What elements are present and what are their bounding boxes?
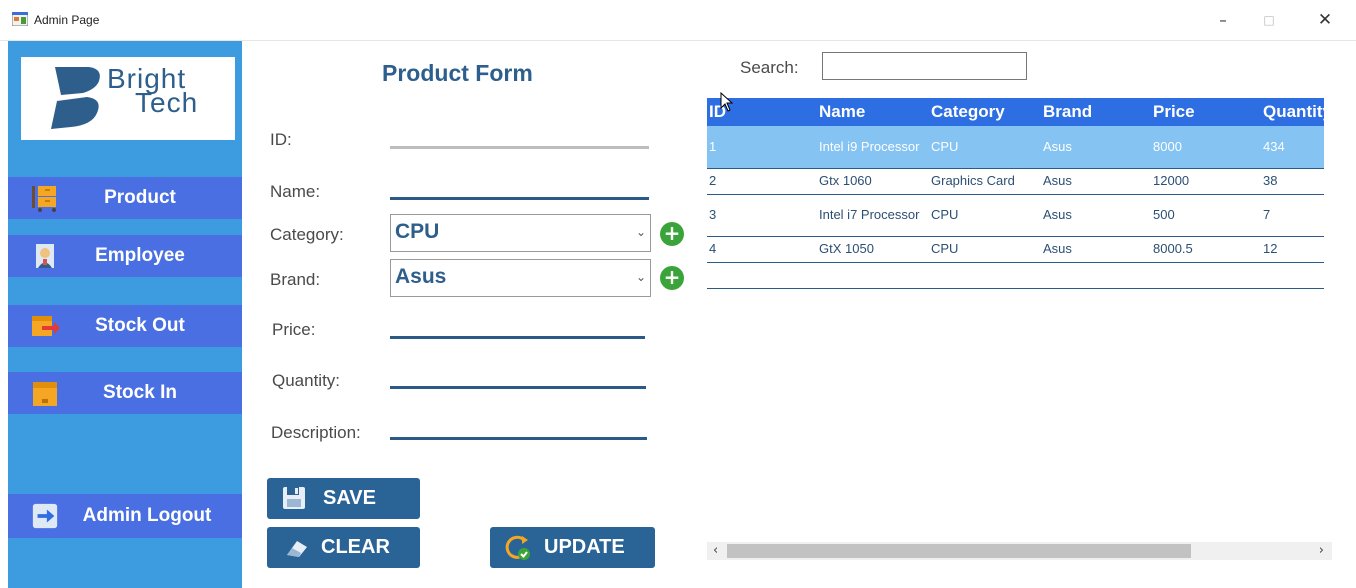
table-row-empty[interactable]: [707, 262, 1324, 289]
cell-id: 1: [707, 126, 817, 169]
description-label: Description:: [271, 423, 361, 442]
brand-select[interactable]: Asus ⌄: [390, 259, 651, 297]
cell-name: Intel i7 Processor: [817, 194, 929, 237]
column-header-quantity[interactable]: Quantity: [1261, 98, 1324, 126]
window-title: Admin Page: [34, 13, 100, 27]
quantity-field[interactable]: [390, 386, 646, 389]
floppy-disk-icon: [283, 487, 305, 509]
cell-price: 12000: [1151, 168, 1261, 195]
cell-category: CPU: [929, 236, 1041, 263]
horizontal-scrollbar[interactable]: ‹ ›: [707, 542, 1332, 560]
cell-category: Graphics Card: [929, 168, 1041, 195]
price-field[interactable]: [390, 336, 645, 339]
cell-name: Intel i9 Processor: [817, 126, 929, 169]
cell-quantity: 12: [1261, 236, 1324, 263]
cell-brand: Asus: [1041, 236, 1151, 263]
price-label: Price:: [272, 320, 316, 339]
chevron-down-icon: ⌄: [635, 270, 646, 284]
sidebar-item-employee[interactable]: Employee: [8, 235, 242, 277]
table-header-row: ID Name Category Brand Price Quantity: [707, 98, 1324, 126]
column-header-price[interactable]: Price: [1151, 98, 1261, 126]
admin-window: Admin Page – □ ✕ Bright Tech Product Emp…: [0, 0, 1356, 588]
cell-quantity: 434: [1261, 126, 1324, 169]
product-table: ID Name Category Brand Price Quantity 1 …: [707, 98, 1324, 289]
cell-category: CPU: [929, 194, 1041, 237]
app-window-icon: [12, 12, 28, 26]
table-row[interactable]: 2 Gtx 1060 Graphics Card Asus 12000 38: [707, 168, 1324, 195]
id-label: ID:: [270, 130, 292, 149]
logo-line-2: Tech: [135, 87, 199, 118]
scroll-left-icon[interactable]: ‹: [713, 543, 718, 558]
mouse-cursor-icon: [720, 92, 734, 112]
brand-logo: Bright Tech: [21, 57, 235, 140]
sidebar-item-label: Product: [104, 187, 176, 208]
cell-price: 8000: [1151, 126, 1261, 169]
name-field[interactable]: [390, 197, 649, 200]
close-button[interactable]: ✕: [1314, 9, 1336, 31]
product-grid[interactable]: ID Name Category Brand Price Quantity 1 …: [707, 98, 1324, 568]
update-label: UPDATE: [544, 536, 625, 558]
search-input[interactable]: [822, 52, 1027, 80]
cell-id: 3: [707, 194, 817, 237]
cell-name: Gtx 1060: [817, 168, 929, 195]
minimize-button[interactable]: –: [1212, 9, 1234, 31]
category-selected-value: CPU: [395, 220, 440, 243]
table-row[interactable]: 4 GtX 1050 CPU Asus 8000.5 12: [707, 236, 1324, 263]
eraser-icon: [287, 541, 307, 557]
sidebar-item-label: Stock Out: [95, 315, 185, 336]
scroll-right-icon[interactable]: ›: [1319, 543, 1324, 558]
save-label: SAVE: [323, 487, 376, 509]
refresh-icon: [505, 535, 530, 560]
sidebar-item-label: Employee: [95, 245, 185, 266]
add-brand-button[interactable]: +: [660, 266, 684, 290]
cell-brand: Asus: [1041, 126, 1151, 169]
cell-quantity: 38: [1261, 168, 1324, 195]
sidebar-item-stock-in[interactable]: Stock In: [8, 372, 242, 414]
add-category-button[interactable]: +: [660, 222, 684, 246]
save-button[interactable]: SAVE: [267, 478, 420, 519]
description-field[interactable]: [390, 437, 647, 440]
plus-icon: +: [663, 265, 681, 289]
update-button[interactable]: UPDATE: [490, 527, 655, 568]
cell-id: 2: [707, 168, 817, 195]
brand-selected-value: Asus: [395, 265, 447, 288]
sidebar-item-stock-out[interactable]: Stock Out: [8, 305, 242, 347]
sidebar: Bright Tech Product Employee Stock Out S…: [8, 41, 242, 588]
cell-price: 500: [1151, 194, 1261, 237]
sidebar-item-label: Admin Logout: [82, 505, 212, 526]
cell-brand: Asus: [1041, 168, 1151, 195]
quantity-label: Quantity:: [272, 371, 341, 390]
column-header-category[interactable]: Category: [929, 98, 1041, 126]
form-title: Product Form: [382, 60, 533, 86]
column-header-name[interactable]: Name: [817, 98, 929, 126]
plus-icon: +: [663, 221, 681, 245]
table-row[interactable]: 3 Intel i7 Processor CPU Asus 500 7: [707, 194, 1324, 237]
admin-logout-button[interactable]: Admin Logout: [8, 494, 242, 538]
logo-text: Bright Tech: [107, 65, 199, 118]
brand-label: Brand:: [270, 270, 321, 289]
maximize-button[interactable]: □: [1258, 9, 1280, 31]
cell-price: 8000.5: [1151, 236, 1261, 263]
chevron-down-icon: ⌄: [635, 225, 646, 239]
cell-id: 4: [707, 236, 817, 263]
title-bar: Admin Page – □ ✕: [0, 0, 1356, 41]
cell-quantity: 7: [1261, 194, 1324, 237]
cell-category: CPU: [929, 126, 1041, 169]
clear-button[interactable]: CLEAR: [267, 527, 420, 568]
clear-label: CLEAR: [321, 536, 390, 558]
id-field[interactable]: [390, 146, 649, 149]
category-select[interactable]: CPU ⌄: [390, 214, 651, 252]
sidebar-item-label: Stock In: [103, 382, 177, 403]
column-header-brand[interactable]: Brand: [1041, 98, 1151, 126]
sidebar-item-product[interactable]: Product: [8, 177, 242, 219]
cell-name: GtX 1050: [817, 236, 929, 263]
name-label: Name:: [270, 182, 321, 201]
category-label: Category:: [270, 225, 344, 244]
table-row[interactable]: 1 Intel i9 Processor CPU Asus 8000 434: [707, 126, 1324, 169]
search-label: Search:: [740, 58, 799, 77]
brighttech-logo-icon: [51, 67, 100, 129]
scrollbar-thumb[interactable]: [727, 544, 1191, 558]
cell-brand: Asus: [1041, 194, 1151, 237]
